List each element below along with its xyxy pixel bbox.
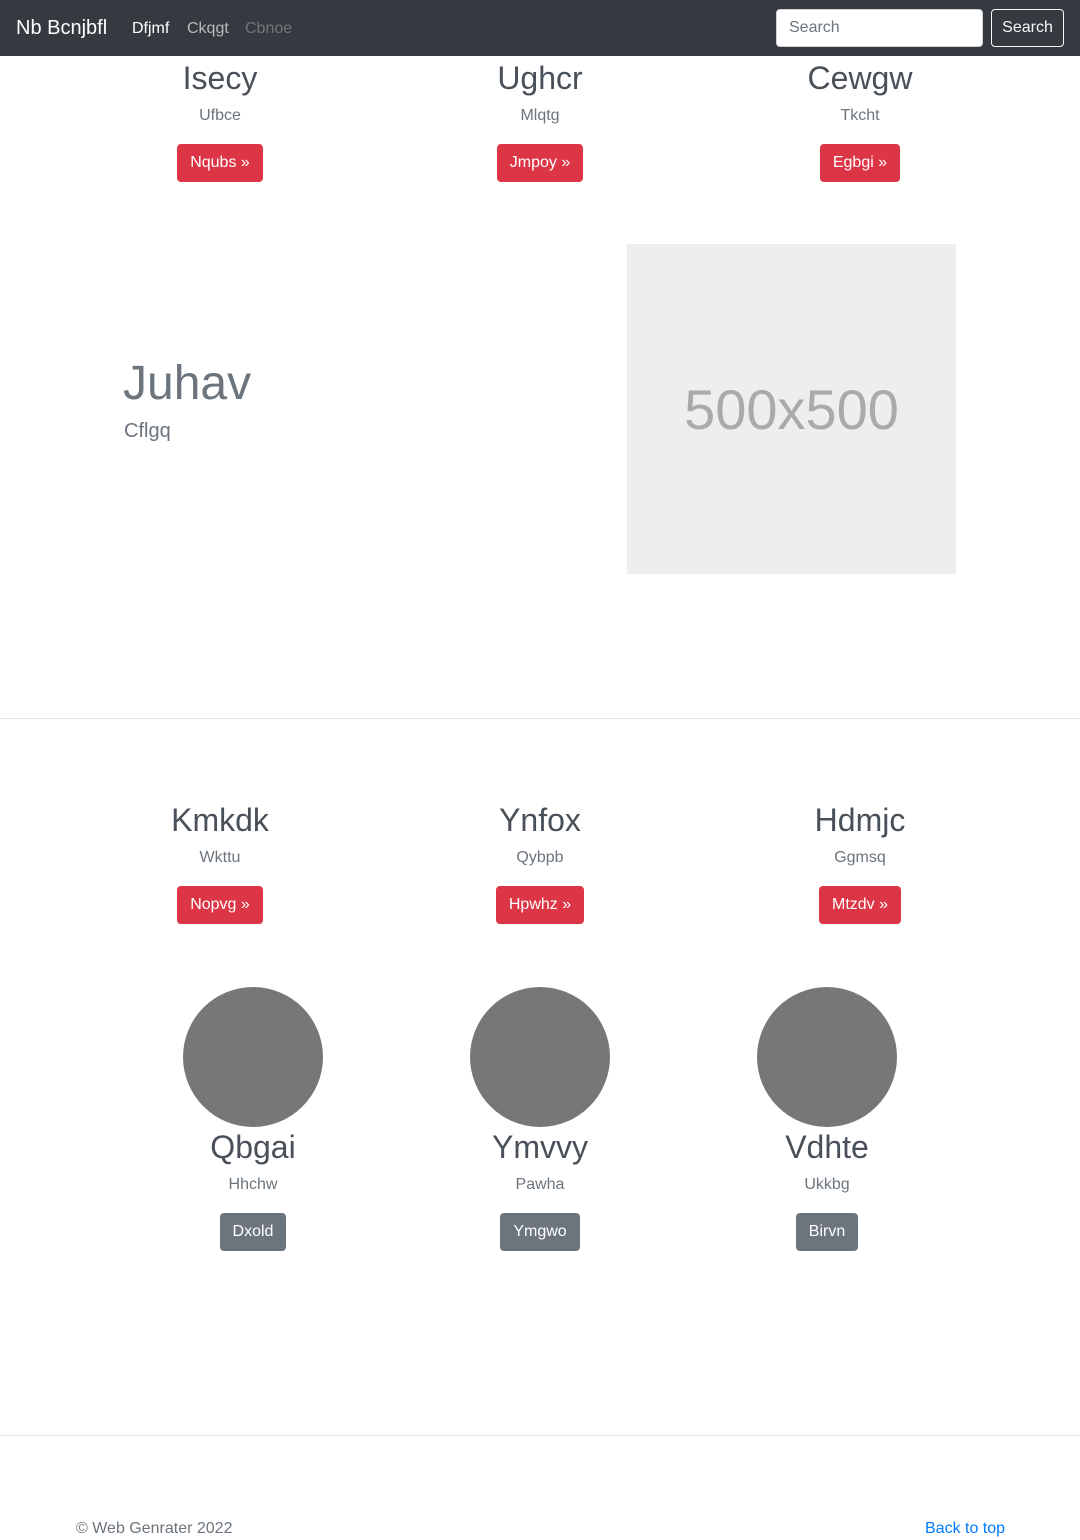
- team-name: Vdhte: [785, 1129, 869, 1165]
- nav-link-cbnoe-disabled: Cbnoe: [245, 20, 293, 37]
- feature-title: Isecy: [182, 60, 258, 96]
- navbar-brand[interactable]: Nb Bcnjbfl: [16, 14, 107, 42]
- team-name: Ymvvy: [492, 1129, 588, 1165]
- placeholder-image: 500x500: [627, 244, 956, 574]
- feature-card: Isecy Ufbce Nqubs »: [60, 58, 380, 182]
- feature-text: Qybpb: [516, 849, 564, 866]
- placeholder-image-label: 500x500: [684, 377, 899, 441]
- nav-link-ckqgt[interactable]: Ckqgt: [187, 18, 229, 40]
- team-text: Pawha: [515, 1176, 565, 1193]
- search-button[interactable]: Search: [991, 9, 1064, 47]
- feature-card: Ynfox Qybpb Hpwhz »: [380, 800, 700, 924]
- feature-button[interactable]: Egbgi »: [819, 144, 901, 182]
- navbar: Nb Bcnjbfl Dfjmf Ckqgt Cbnoe Search: [0, 0, 1080, 56]
- feature-title: Ynfox: [499, 802, 581, 838]
- back-to-top-link[interactable]: Back to top: [925, 1518, 1005, 1540]
- feature-text: Ufbce: [199, 107, 241, 124]
- feature-text: Wkttu: [199, 849, 241, 866]
- feature-title: Ughcr: [497, 60, 583, 96]
- team-button[interactable]: Dxold: [219, 1213, 287, 1251]
- feature-button[interactable]: Nopvg »: [177, 886, 263, 924]
- team-text: Hhchw: [228, 1176, 278, 1193]
- team-name: Qbgai: [210, 1129, 296, 1165]
- feature-title: Cewgw: [807, 60, 913, 96]
- feature-card: Ughcr Mlqtg Jmpoy »: [380, 58, 700, 182]
- team-button[interactable]: Birvn: [795, 1213, 859, 1251]
- nav-link-dfjmf[interactable]: Dfjmf: [132, 18, 169, 40]
- team-card: Vdhte Ukkbg Birvn: [667, 987, 987, 1251]
- feature-button[interactable]: Nqubs »: [177, 144, 263, 182]
- avatar: [183, 987, 323, 1127]
- footer-copyright: © Web Genrater 2022: [76, 1520, 233, 1537]
- feature-button[interactable]: Jmpoy »: [496, 144, 584, 182]
- search-input[interactable]: [776, 9, 983, 47]
- feature-card: Kmkdk Wkttu Nopvg »: [60, 800, 380, 924]
- feature-text: Mlqtg: [520, 107, 560, 124]
- team-button[interactable]: Ymgwo: [500, 1213, 580, 1251]
- team-card: Qbgai Hhchw Dxold: [93, 987, 413, 1251]
- team-text: Ukkbg: [804, 1176, 850, 1193]
- feature-card: Hdmjc Ggmsq Mtzdv »: [700, 800, 1020, 924]
- hero-title: Juhav: [123, 357, 252, 410]
- avatar: [470, 987, 610, 1127]
- team-card: Ymvvy Pawha Ymgwo: [380, 987, 700, 1251]
- footer-divider: [0, 1435, 1080, 1436]
- feature-card: Cewgw Tkcht Egbgi »: [700, 58, 1020, 182]
- feature-button[interactable]: Hpwhz »: [495, 886, 585, 924]
- hero-subtitle: Cflgq: [124, 420, 171, 442]
- avatar: [757, 987, 897, 1127]
- feature-title: Kmkdk: [171, 802, 269, 838]
- feature-button[interactable]: Mtzdv »: [818, 886, 901, 924]
- feature-title: Hdmjc: [814, 802, 906, 838]
- section-divider: [0, 718, 1080, 719]
- feature-text: Tkcht: [840, 107, 880, 124]
- feature-text: Ggmsq: [834, 849, 886, 866]
